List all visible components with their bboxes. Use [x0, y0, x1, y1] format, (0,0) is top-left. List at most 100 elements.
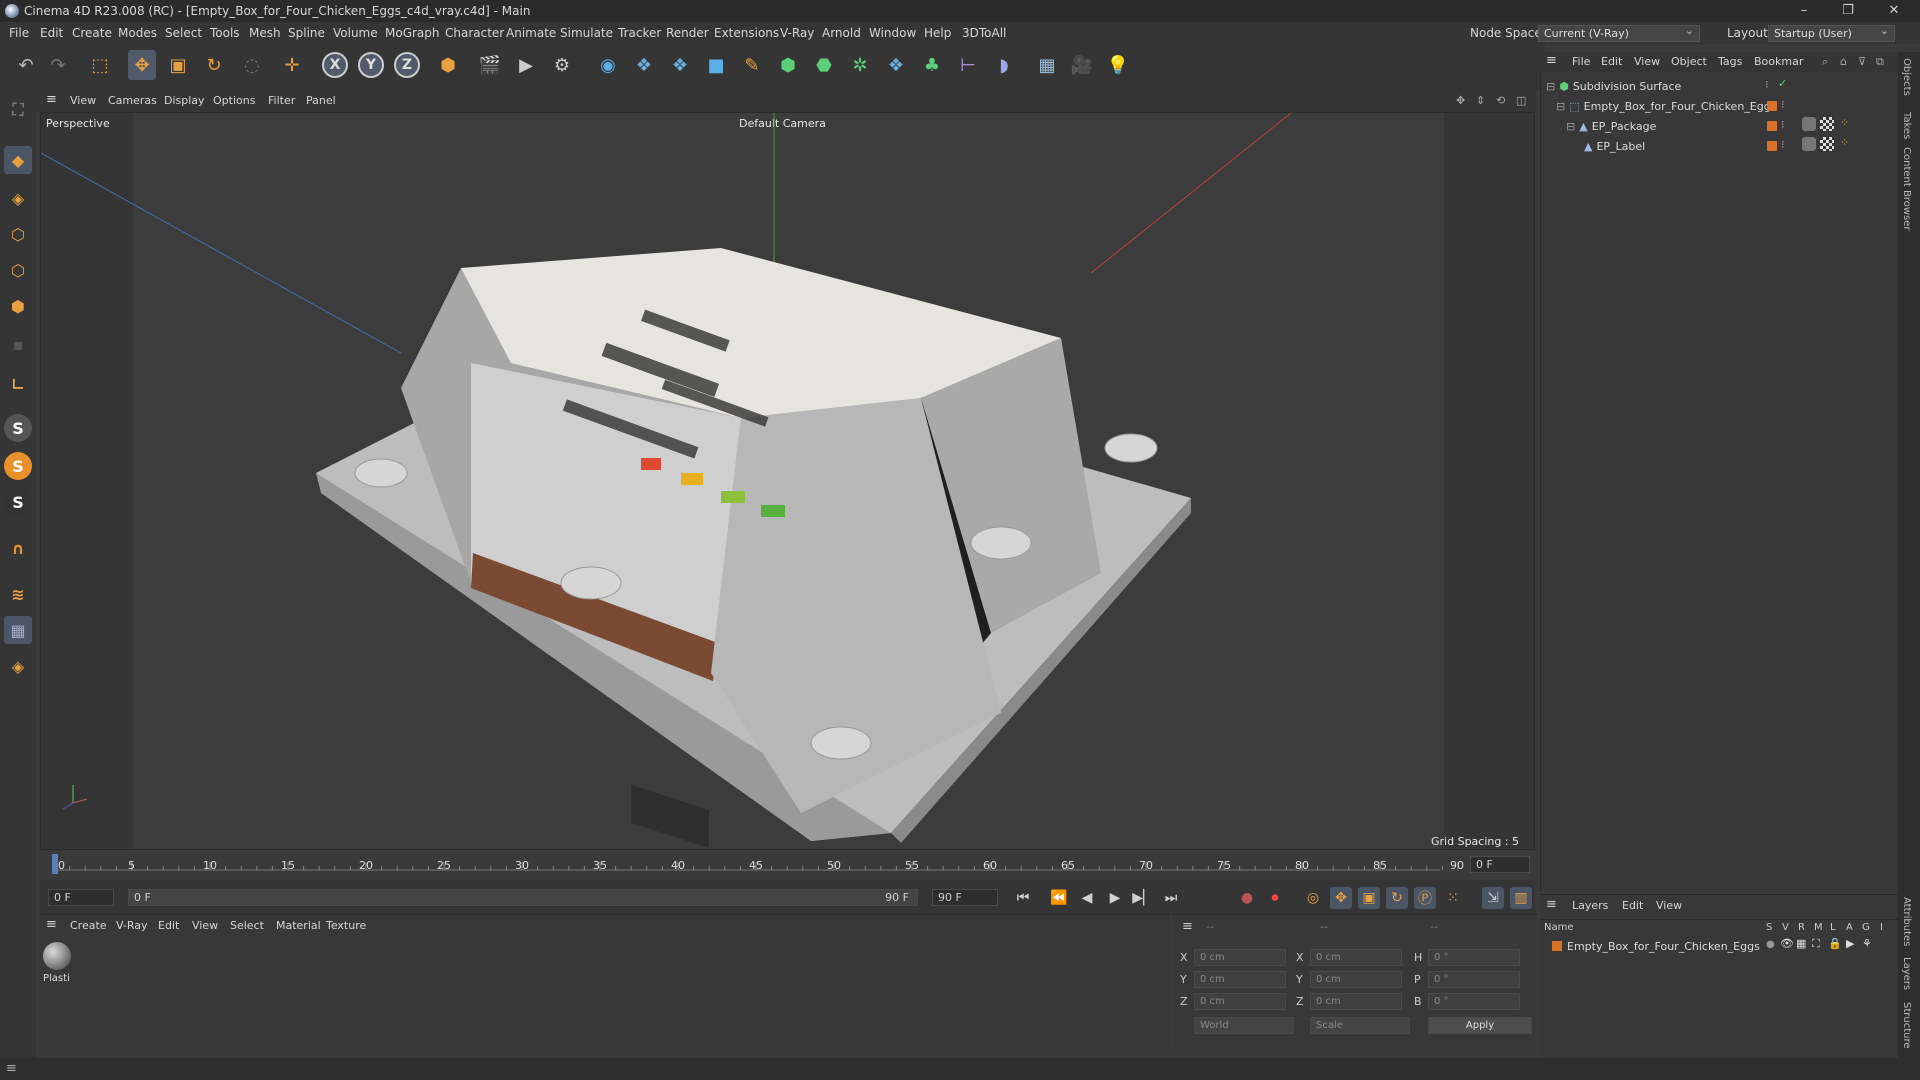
menu-vray[interactable]: V-Ray: [780, 26, 814, 40]
live-selection-icon[interactable]: ⬚: [86, 50, 114, 80]
workplane-icon[interactable]: ≋: [4, 580, 32, 608]
key-parameter-icon[interactable]: Ⓟ: [1414, 887, 1436, 909]
menu-file[interactable]: File: [9, 26, 29, 40]
menu-spline[interactable]: Spline: [288, 26, 325, 40]
menu-character[interactable]: Character: [445, 26, 504, 40]
quantize-icon[interactable]: S: [4, 488, 32, 516]
python-script-2-icon[interactable]: ❖: [666, 50, 694, 80]
mat-menu-create[interactable]: Create: [70, 919, 107, 932]
viewport-menu-cameras[interactable]: Cameras: [108, 94, 157, 107]
node-space-dropdown[interactable]: Current (V-Ray): [1538, 23, 1700, 42]
render-settings-icon[interactable]: ⚙: [548, 50, 576, 80]
mat-menu-material[interactable]: Material: [276, 919, 321, 932]
menu-mograph[interactable]: MoGraph: [385, 26, 440, 40]
close-button[interactable]: ✕: [1872, 0, 1916, 22]
layer-lock-icon[interactable]: 🔒: [1828, 937, 1842, 950]
rot-h-field[interactable]: 0 °: [1428, 949, 1520, 966]
selection-tag-icon[interactable]: ⁘: [1840, 136, 1849, 149]
object-name[interactable]: Empty_Box_for_Four_Chicken_Eggs: [1584, 100, 1777, 113]
python-generator-icon[interactable]: ❖: [882, 50, 910, 80]
menu-help[interactable]: Help: [924, 26, 951, 40]
dope-sheet-icon[interactable]: ▥: [1510, 887, 1532, 909]
maximize-view-icon[interactable]: ◫: [1516, 94, 1526, 107]
layers-menu-edit[interactable]: Edit: [1622, 899, 1643, 912]
object-row-ep-label[interactable]: ▲ EP_Label: [1584, 137, 1645, 155]
restore-button[interactable]: ❐: [1826, 0, 1870, 22]
obj-menu-tags[interactable]: Tags: [1718, 55, 1742, 68]
material-tag-icon[interactable]: [1802, 137, 1816, 151]
mat-menu-edit[interactable]: Edit: [158, 919, 179, 932]
uvw-tag-icon[interactable]: [1820, 117, 1834, 131]
vray-icon[interactable]: ◉: [594, 50, 622, 80]
pos-y-field[interactable]: 0 cm: [1194, 971, 1286, 988]
object-name[interactable]: EP_Label: [1596, 140, 1645, 153]
mat-menu-texture[interactable]: Texture: [326, 919, 366, 932]
add-object-icon[interactable]: ✛: [278, 50, 306, 80]
viewport-menu-options[interactable]: Options: [213, 94, 255, 107]
key-position-icon[interactable]: ✥: [1330, 887, 1352, 909]
col-manager[interactable]: M: [1814, 922, 1823, 933]
key-rotation-icon[interactable]: ↻: [1386, 887, 1408, 909]
prev-frame-icon[interactable]: ◀: [1076, 887, 1098, 909]
zoom-view-icon[interactable]: ⇕: [1476, 94, 1485, 107]
uv-mode-icon[interactable]: ▪: [4, 330, 32, 358]
col-solo[interactable]: S: [1766, 922, 1772, 933]
menu-render[interactable]: Render: [666, 26, 709, 40]
layer-color-swatch[interactable]: [1767, 101, 1777, 111]
tab-structure[interactable]: Structure: [1901, 1002, 1912, 1049]
snap-settings-icon[interactable]: S: [4, 452, 32, 480]
obj-menu-edit[interactable]: Edit: [1601, 55, 1622, 68]
collapse-icon[interactable]: ⊟: [1556, 100, 1565, 113]
col-generators[interactable]: G: [1862, 922, 1870, 933]
material-tag-icon[interactable]: [1802, 117, 1816, 131]
layer-row[interactable]: Empty_Box_for_Four_Chicken_Eggs: [1552, 937, 1760, 955]
layer-manager-icon[interactable]: ⛶: [1812, 937, 1820, 951]
undo-icon[interactable]: ↶: [12, 50, 40, 80]
tab-attributes[interactable]: Attributes: [1901, 897, 1912, 946]
obj-menu-bookmarks[interactable]: Bookmar: [1754, 55, 1803, 68]
collapse-icon[interactable]: ⊟: [1566, 120, 1575, 133]
rot-b-field[interactable]: 0 °: [1428, 993, 1520, 1010]
rotate-view-icon[interactable]: ⟲: [1496, 94, 1505, 107]
edges-mode-icon[interactable]: ⬡: [4, 256, 32, 284]
col-animation[interactable]: A: [1846, 922, 1853, 933]
object-name[interactable]: Subdivision Surface: [1573, 80, 1681, 93]
status-menu-icon[interactable]: ≡: [6, 1061, 17, 1076]
coordinate-mode-dropdown[interactable]: World: [1194, 1017, 1294, 1034]
material-hamburger-icon[interactable]: ≡: [46, 917, 57, 932]
menu-volume[interactable]: Volume: [333, 26, 378, 40]
tab-layers[interactable]: Layers: [1901, 957, 1912, 990]
layer-solo-dot-icon[interactable]: ●: [1766, 939, 1775, 950]
rot-p-field[interactable]: 0 °: [1428, 971, 1520, 988]
col-view[interactable]: V: [1782, 922, 1789, 933]
obj-menu-view[interactable]: View: [1634, 55, 1660, 68]
object-row-egg-box[interactable]: ⊟ ⬚ Empty_Box_for_Four_Chicken_Eggs: [1556, 97, 1776, 115]
viewport-menu-panel[interactable]: Panel: [306, 94, 336, 107]
viewport-menu-filter[interactable]: Filter: [268, 94, 295, 107]
hamburger-icon[interactable]: ≡: [46, 92, 57, 107]
menu-extensions[interactable]: Extensions: [714, 26, 779, 40]
timeline-ruler[interactable]: 0 5 10 15 20 25 30 35 40 45 50 55 60 65 …: [40, 852, 1535, 878]
locked-workplane-icon[interactable]: ◈: [4, 652, 32, 680]
material-name[interactable]: Plasti: [43, 973, 70, 984]
redo-icon[interactable]: ↷: [44, 50, 72, 80]
field-icon[interactable]: ◗: [990, 50, 1018, 80]
keyframe-selection-icon[interactable]: ◎: [1302, 887, 1324, 909]
range-slider[interactable]: 0 F 90 F: [128, 889, 918, 906]
size-x-field[interactable]: 0 cm: [1310, 949, 1402, 966]
auto-keying-icon[interactable]: ⏺: [1264, 887, 1286, 909]
key-scale-icon[interactable]: ▣: [1358, 887, 1380, 909]
tab-objects[interactable]: Objects: [1901, 58, 1912, 96]
move-view-icon[interactable]: ✥: [1456, 94, 1465, 107]
menu-select[interactable]: Select: [165, 26, 202, 40]
end-frame-field[interactable]: 90 F: [932, 889, 998, 906]
polygons-mode-icon[interactable]: ⬢: [4, 292, 32, 320]
y-axis-lock-button[interactable]: Y: [358, 52, 384, 78]
visibility-dots-icon[interactable]: ⁝: [1781, 98, 1785, 111]
axis-mode-icon[interactable]: ∟: [4, 370, 32, 398]
menu-arnold[interactable]: Arnold: [822, 26, 861, 40]
floor-environment-icon[interactable]: ▦: [1030, 50, 1064, 80]
menu-simulate[interactable]: Simulate: [560, 26, 613, 40]
col-render[interactable]: R: [1798, 922, 1805, 933]
menu-create[interactable]: Create: [72, 26, 112, 40]
